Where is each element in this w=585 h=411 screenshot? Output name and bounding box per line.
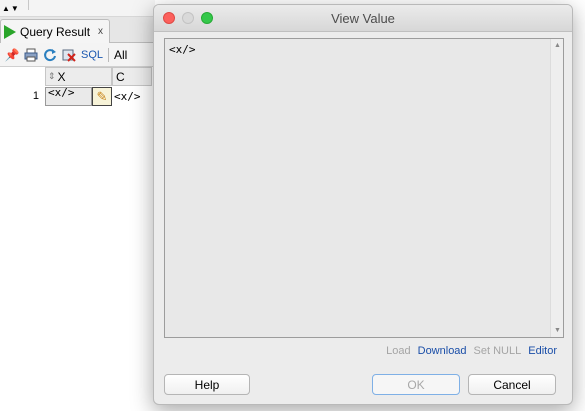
value-actions: Load Download Set NULL Editor (386, 345, 557, 357)
cell-c-value[interactable]: <x/> (113, 88, 153, 105)
cell-x-value[interactable]: <x/> (45, 87, 92, 106)
row-number: 1 (32, 90, 39, 102)
dialog-title: View Value (331, 11, 395, 26)
download-link[interactable]: Download (418, 345, 467, 357)
top-strip: ▲▼ (0, 0, 155, 17)
delete-icon[interactable] (62, 48, 76, 62)
run-icon (4, 24, 16, 39)
column-header-x[interactable]: ⇕ X (45, 67, 112, 86)
value-textarea[interactable]: <x/> ▲ ▼ (164, 38, 564, 338)
result-grid: ⇕ X C 1 <x/> ✎ <x/> (0, 67, 155, 411)
sql-button[interactable]: SQL (81, 49, 103, 61)
tab-close-icon[interactable]: x (98, 26, 103, 37)
edit-pencil-icon[interactable]: ✎ (92, 87, 112, 106)
fetch-all-label[interactable]: All (114, 48, 127, 62)
sort-icon: ⇕ (48, 71, 56, 81)
column-header-label: X (57, 69, 66, 84)
toolbar-separator (108, 47, 110, 62)
scroll-up-icon[interactable]: ▲ (554, 42, 561, 49)
print-icon[interactable] (24, 48, 38, 62)
set-null-link[interactable]: Set NULL (474, 345, 522, 357)
ok-button[interactable]: OK (372, 374, 460, 395)
editor-link[interactable]: Editor (528, 345, 557, 357)
result-tabbar: Query Result x (0, 17, 155, 43)
result-toolbar: 📌 SQL All (0, 43, 155, 67)
load-link[interactable]: Load (386, 345, 410, 357)
split-arrows-icon[interactable]: ▲▼ (2, 4, 20, 13)
pin-icon[interactable]: 📌 (5, 48, 20, 62)
dialog-titlebar[interactable]: View Value (154, 5, 572, 32)
column-header-c[interactable]: C (112, 67, 152, 86)
refresh-icon[interactable] (43, 48, 57, 62)
tab-query-result[interactable]: Query Result x (0, 19, 110, 43)
help-button[interactable]: Help (164, 374, 250, 395)
divider (28, 0, 29, 10)
cancel-button[interactable]: Cancel (468, 374, 556, 395)
scroll-down-icon[interactable]: ▼ (554, 327, 561, 334)
column-header-label: C (116, 69, 125, 84)
view-value-dialog: View Value <x/> ▲ ▼ Load Download Set NU… (153, 4, 573, 405)
tab-label: Query Result (20, 24, 91, 39)
vertical-scrollbar[interactable]: ▲ ▼ (550, 39, 563, 337)
value-text: <x/> (169, 43, 196, 56)
